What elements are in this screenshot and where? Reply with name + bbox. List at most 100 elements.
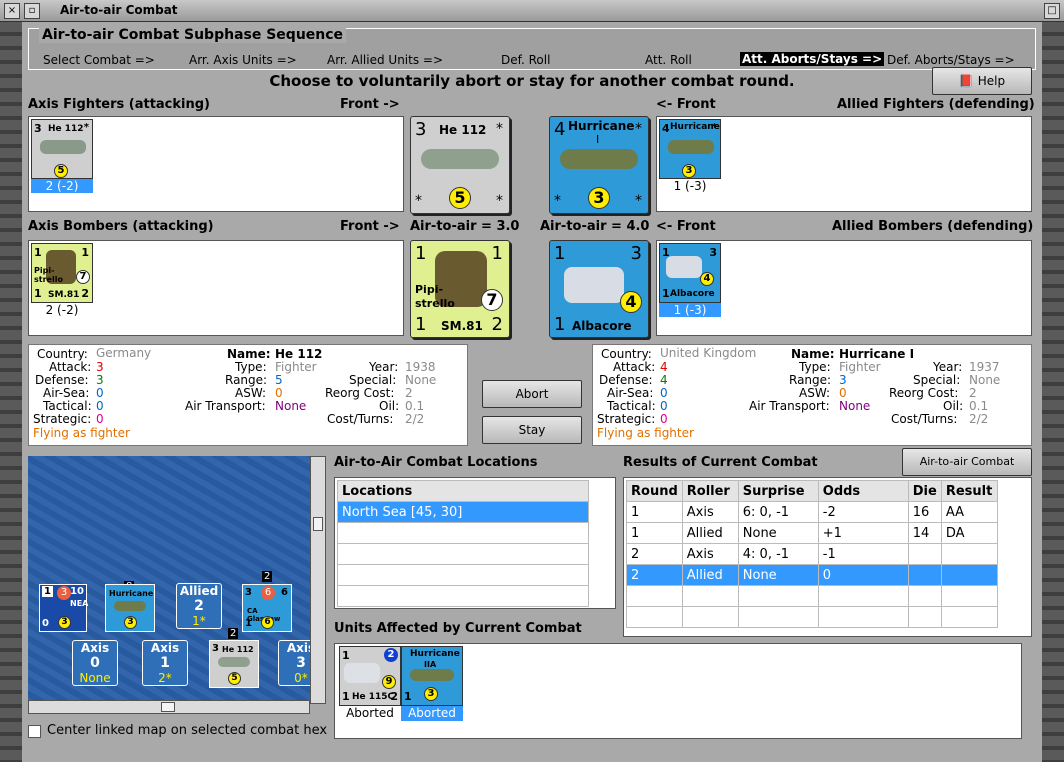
result-row-selected[interactable]: 2 Allied None 0: [626, 564, 998, 586]
hex-count: 2: [194, 598, 204, 614]
combat-chart-button[interactable]: Air-to-air Combat Chart: [902, 448, 1032, 494]
special-label: Special:: [913, 373, 961, 387]
unit-name: Albacore: [670, 289, 715, 299]
sequence-step: Arr. Axis Units =>: [189, 53, 297, 67]
map-hex[interactable]: Axis 3 0*: [278, 640, 310, 686]
strategic-value: 0: [96, 412, 104, 426]
location-row[interactable]: North Sea [45, 30]: [337, 501, 589, 523]
oil-value: 0.1: [969, 399, 989, 413]
map-horizontal-scrollbar[interactable]: [28, 700, 310, 714]
result-row[interactable]: 2 Axis 4: 0, -1 -1: [626, 543, 998, 565]
cell: [907, 543, 942, 565]
affected-units-box[interactable]: 1 2 9 1 He 115C 2 Aborted Hurricane IIA …: [334, 643, 1022, 739]
unit-counter[interactable]: 1 1 Pipi- strello 7 1 SM.81 2: [31, 243, 93, 303]
strategic-label: Strategic:: [597, 412, 656, 426]
scroll-thumb[interactable]: [313, 517, 323, 531]
unit-counter[interactable]: 3 He 112 * 5: [31, 119, 93, 179]
value: 1: [81, 246, 89, 259]
hex-side: Axis: [150, 641, 180, 655]
hex-status: None: [79, 671, 111, 685]
defense-label: Defense:: [599, 373, 653, 387]
badge: 2: [384, 648, 398, 662]
help-button[interactable]: 📕 Help: [932, 67, 1032, 95]
unit-counter[interactable]: 1 3 4 1 Albacore: [659, 243, 721, 303]
unit-caption: 1 (-3): [659, 303, 721, 317]
value: 1: [415, 243, 427, 264]
allied-fighters-box[interactable]: 4 Hurricane * 3 1 (-3): [656, 116, 1032, 212]
oil-value: 0.1: [405, 399, 425, 413]
window: × ▫ Air-to-air Combat □ Air-to-air Comba…: [0, 0, 1064, 762]
value: 1: [34, 287, 42, 300]
plane-icon: [218, 657, 250, 667]
allied-bombers-label: Allied Bombers (defending): [832, 219, 1034, 234]
hex-count: 0: [90, 655, 100, 671]
close-icon[interactable]: ×: [4, 3, 20, 19]
result-row[interactable]: 1 Axis 6: 0, -1 -2 16 AA: [626, 501, 998, 523]
hex-count: 3: [296, 655, 306, 671]
location-cell: North Sea [45, 30]: [337, 501, 589, 523]
map-hex[interactable]: Axis 1 2*: [142, 640, 188, 686]
axis-fighters-box[interactable]: 3 He 112 * 5 2 (-2): [28, 116, 404, 212]
map-unit-he112[interactable]: 3 He 112 5: [209, 640, 259, 688]
map-hex[interactable]: Allied 2 1*: [176, 583, 222, 629]
country-value: Germany: [96, 346, 152, 360]
value: 1: [554, 314, 566, 335]
axis-fighter-counter[interactable]: 3 He 112 * * 5 *: [410, 116, 510, 214]
hex-count: 1: [160, 655, 170, 671]
stack-count: 2: [262, 571, 273, 582]
cell: 0: [817, 564, 909, 586]
scroll-thumb[interactable]: [161, 702, 175, 712]
value: 0: [42, 618, 49, 629]
unit-counter[interactable]: 1 2 9 1 He 115C 2: [339, 646, 401, 706]
strategic-label: Strategic:: [33, 412, 92, 426]
frame-right: [1042, 22, 1064, 762]
allied-fighter-counter[interactable]: 4 Hurricane I * * 3 *: [549, 116, 649, 214]
map-unit-hurricane[interactable]: Hurricane 3: [105, 584, 155, 632]
col-roller: Roller: [681, 480, 739, 502]
value: 3: [709, 246, 717, 259]
attack-value: 3: [34, 122, 42, 135]
allied-bombers-box[interactable]: 1 3 4 1 Albacore 1 (-3): [656, 240, 1032, 336]
axis-bomber-counter[interactable]: 1 1 Pipi- strello 7 1 SM.81 2: [410, 240, 510, 338]
cell: None: [737, 522, 819, 544]
range-value: 5: [275, 373, 283, 387]
result-row[interactable]: 1 Allied None +1 14 DA: [626, 522, 998, 544]
map-unit-ship[interactable]: 3 6 6 CA Glasgow 1 6: [242, 584, 292, 632]
window-title: Air-to-air Combat: [60, 3, 178, 17]
tactical-label: Tactical:: [43, 399, 92, 413]
hex-side: Axis: [80, 641, 110, 655]
star: *: [635, 121, 642, 137]
axis-bombers-box[interactable]: 1 1 Pipi- strello 7 1 SM.81 2 2 (-2): [28, 240, 404, 336]
map-unit-nea[interactable]: 1 3 10 NEA 0 3: [39, 584, 89, 632]
cost-label: Cost/Turns:: [327, 412, 394, 426]
cell: 2: [626, 543, 683, 565]
locations-list[interactable]: Locations North Sea [45, 30]: [334, 477, 616, 609]
hex-status: 2*: [158, 671, 172, 685]
reorg-label: Reorg Cost:: [325, 386, 395, 400]
strategic-value: 0: [660, 412, 668, 426]
cell: [940, 543, 998, 565]
allied-bomber-counter[interactable]: 1 3 4 1 Albacore: [549, 240, 649, 338]
factor-badge: 5: [228, 672, 241, 685]
range-label: Range:: [789, 373, 832, 387]
abort-button[interactable]: Abort: [482, 380, 582, 408]
map-vertical-scrollbar[interactable]: [310, 456, 326, 704]
map-hex[interactable]: Axis 0 None: [72, 640, 118, 686]
maximize-icon[interactable]: □: [1044, 3, 1060, 19]
plane-icon: [40, 140, 86, 154]
sequence-step: Def. Roll: [501, 53, 551, 67]
tactical-value: 0: [96, 399, 104, 413]
stay-button[interactable]: Stay: [482, 416, 582, 444]
unit-counter[interactable]: Hurricane IIA 1 3: [401, 646, 463, 706]
restore-icon[interactable]: ▫: [24, 3, 40, 19]
results-table[interactable]: Round Roller Surprise Odds Die Result 1A…: [623, 477, 1032, 637]
title-bar[interactable]: × ▫ Air-to-air Combat □: [0, 0, 1064, 22]
nickname: Pipi-: [34, 266, 55, 275]
unit-name: NEA: [70, 599, 89, 608]
unit-name: He 112: [439, 123, 487, 137]
center-map-checkbox[interactable]: [28, 725, 41, 738]
value: 1: [662, 287, 670, 300]
unit-counter[interactable]: 4 Hurricane * 3: [659, 119, 721, 179]
factor-badge: 3: [58, 616, 71, 629]
combat-map[interactable]: Axis 0 None Axis 1 2* Allied 2 1* Axis 3…: [28, 456, 310, 704]
